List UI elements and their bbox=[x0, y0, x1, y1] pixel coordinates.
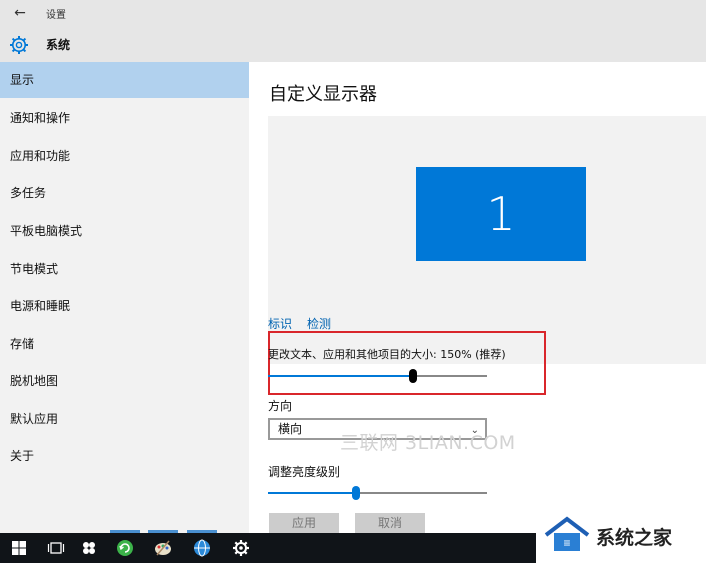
paint-app-icon[interactable] bbox=[153, 538, 173, 558]
scale-label: 更改文本、应用和其他项目的大小: 150% (推荐) bbox=[268, 348, 506, 361]
sidebar-item-label: 脱机地图 bbox=[10, 374, 59, 388]
watermark-text: 三联网 3LIAN.COM bbox=[340, 432, 516, 454]
scale-slider[interactable] bbox=[268, 369, 487, 383]
sidebar-item-tablet-mode[interactable]: 平板电脑模式 bbox=[0, 213, 249, 249]
slider-thumb[interactable] bbox=[352, 486, 360, 500]
orientation-value: 横向 bbox=[278, 422, 303, 436]
sidebar-item-offline-maps[interactable]: 脱机地图 bbox=[0, 363, 249, 399]
task-view-icon[interactable] bbox=[46, 538, 66, 558]
brightness-label: 调整亮度级别 bbox=[268, 465, 341, 479]
sidebar-item-apps[interactable]: 应用和功能 bbox=[0, 138, 249, 174]
sidebar-item-label: 通知和操作 bbox=[10, 111, 71, 125]
sidebar-item-label: 平板电脑模式 bbox=[10, 224, 83, 238]
window-title: 设置 bbox=[46, 10, 66, 21]
gear-icon bbox=[10, 36, 28, 54]
sidebar-item-label: 应用和功能 bbox=[10, 149, 71, 163]
slider-fill bbox=[268, 375, 413, 377]
slider-fill bbox=[268, 492, 356, 494]
sidebar-item-label: 关于 bbox=[10, 449, 35, 463]
page-title: 自定义显示器 bbox=[269, 84, 377, 105]
house-logo-icon: ≡ bbox=[544, 516, 590, 551]
sidebar-item-storage[interactable]: 存储 bbox=[0, 326, 249, 362]
orientation-label: 方向 bbox=[268, 399, 293, 413]
title-bar: ← 设置 系统 bbox=[0, 0, 706, 62]
sidebar-item-label: 默认应用 bbox=[10, 412, 59, 426]
globe-app-icon[interactable] bbox=[192, 538, 212, 558]
monitor-tile[interactable]: 1 bbox=[416, 167, 586, 261]
site-logo: ≡ 系统之家 bbox=[536, 507, 706, 563]
brightness-slider[interactable] bbox=[268, 486, 487, 500]
sidebar-item-multitasking[interactable]: 多任务 bbox=[0, 175, 249, 211]
apply-button[interactable]: 应用 bbox=[269, 513, 339, 533]
sidebar-item-label: 多任务 bbox=[10, 186, 47, 200]
slider-thumb[interactable] bbox=[409, 369, 417, 383]
sidebar-item-label: 存储 bbox=[10, 337, 35, 351]
sidebar-item-power-sleep[interactable]: 电源和睡眠 bbox=[0, 288, 249, 324]
windows-start-icon[interactable] bbox=[9, 538, 29, 558]
settings-gear-icon[interactable] bbox=[231, 538, 251, 558]
sidebar: 显示 通知和操作 应用和功能 多任务 平板电脑模式 节电模式 电源和睡眠 存储 … bbox=[0, 62, 249, 533]
highlight-annotation-box bbox=[268, 331, 546, 395]
apps-icon[interactable] bbox=[79, 538, 99, 558]
taskbar-active-indicator bbox=[187, 530, 217, 533]
sidebar-item-default-apps[interactable]: 默认应用 bbox=[0, 401, 249, 437]
refresh-app-icon[interactable] bbox=[115, 538, 135, 558]
sidebar-item-about[interactable]: 关于 bbox=[0, 438, 249, 474]
svg-text:≡: ≡ bbox=[563, 536, 570, 550]
sidebar-item-label: 电源和睡眠 bbox=[10, 299, 71, 313]
logo-text: 系统之家 bbox=[596, 527, 673, 549]
taskbar-active-indicator bbox=[110, 530, 140, 533]
sidebar-item-battery-saver[interactable]: 节电模式 bbox=[0, 251, 249, 287]
taskbar-active-indicator bbox=[148, 530, 178, 533]
section-title: 系统 bbox=[46, 38, 71, 52]
display-preview: 1 bbox=[268, 116, 706, 364]
sidebar-item-display[interactable]: 显示 bbox=[0, 62, 249, 98]
identify-link[interactable]: 标识 bbox=[268, 315, 292, 332]
sidebar-item-notifications[interactable]: 通知和操作 bbox=[0, 100, 249, 136]
sidebar-item-label: 显示 bbox=[10, 73, 35, 87]
detect-link[interactable]: 检测 bbox=[307, 315, 331, 332]
cancel-button[interactable]: 取消 bbox=[355, 513, 425, 533]
back-arrow-icon[interactable]: ← bbox=[10, 4, 30, 22]
sidebar-item-label: 节电模式 bbox=[10, 262, 59, 276]
